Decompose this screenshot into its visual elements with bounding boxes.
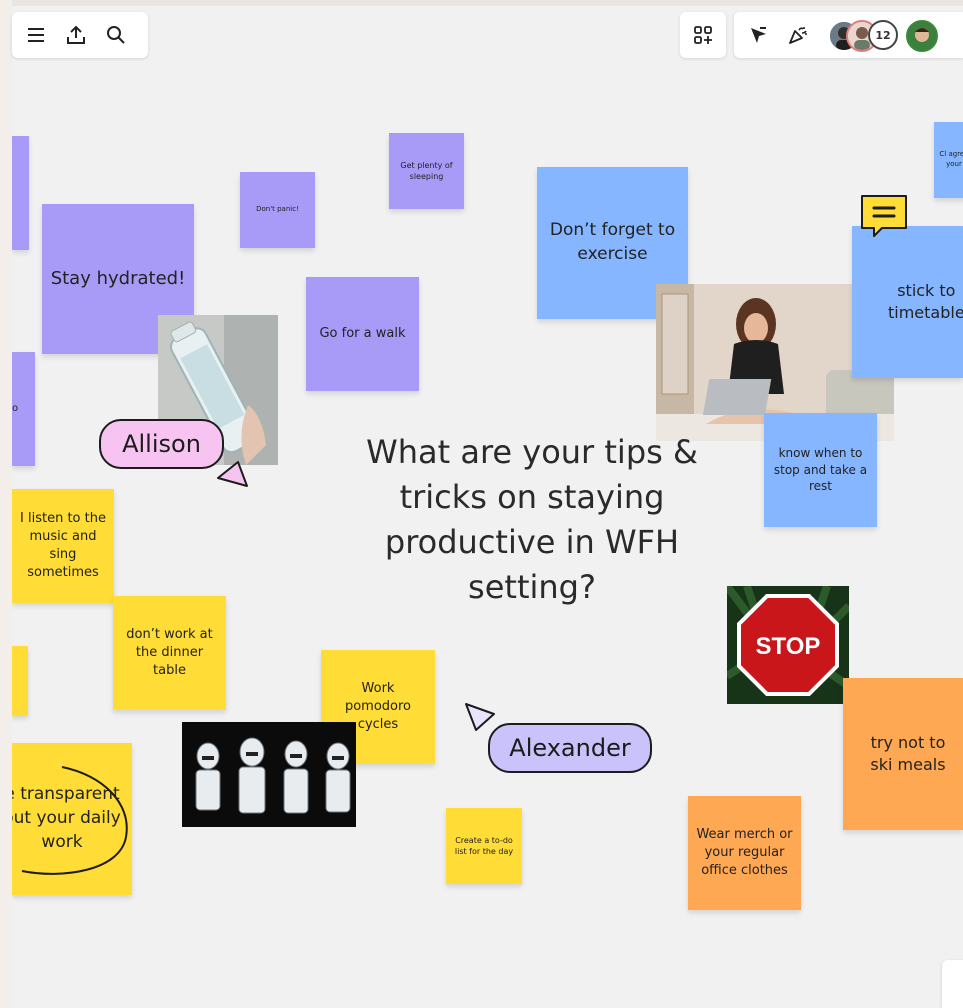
- note-text: Don’t forget to exercise: [549, 220, 676, 264]
- collaborator-count-badge[interactable]: 12: [868, 20, 898, 50]
- apps-button[interactable]: [683, 15, 723, 55]
- sticky-note-dont-panic[interactable]: Don't panic!: [240, 172, 315, 248]
- sticky-note-go-for-walk[interactable]: Go for a walk: [306, 277, 419, 391]
- upload-icon: [67, 25, 85, 44]
- note-text: Get plenty of sleeping: [400, 160, 453, 181]
- photo-stormtroopers[interactable]: [182, 722, 356, 827]
- collaborator-name: Allison: [122, 430, 201, 458]
- search-icon: [107, 26, 125, 44]
- whiteboard-canvas[interactable]: o Cl agree your Stay hydrated! Don't pan…: [12, 6, 963, 1008]
- stop-sign-illustration: STOP: [727, 586, 849, 704]
- sticky-note-stick-timetable[interactable]: stick to timetable: [852, 226, 963, 378]
- note-text: Create a to-do list for the day: [454, 835, 514, 856]
- share-upload-button[interactable]: [56, 15, 96, 55]
- photo-stop-sign[interactable]: STOP: [727, 586, 849, 704]
- sticky-note-listen-music[interactable]: I listen to the music and sing sometimes: [12, 489, 114, 603]
- celebrate-icon: [789, 27, 807, 44]
- note-text: o: [12, 403, 19, 414]
- cursor-select-icon: [751, 27, 766, 43]
- sticky-note-dont-work-dinner[interactable]: don’t work at the dinner table: [113, 596, 226, 710]
- note-text: Cl agree your: [939, 150, 963, 168]
- note-text: don’t work at the dinner table: [126, 626, 213, 679]
- note-text: Stay hydrated!: [50, 268, 186, 290]
- sticky-note-try-not-skip[interactable]: try not to ski meals: [843, 678, 963, 830]
- sticky-note-get-plenty-sleeping[interactable]: Get plenty of sleeping: [389, 133, 464, 209]
- collaborator-name: Alexander: [509, 734, 631, 762]
- sticky-note-be-transparent[interactable]: e transparent out your daily work: [12, 743, 132, 895]
- main-toolbar-left: [12, 12, 148, 58]
- cursor-pointer-allison-icon: [217, 461, 248, 487]
- comment-bubble-icon[interactable]: [858, 192, 910, 238]
- board-question-title[interactable]: What are your tips & tricks on staying p…: [342, 430, 722, 610]
- note-text: e transparent out your daily work: [12, 784, 121, 852]
- avatar[interactable]: [906, 20, 938, 52]
- sticky-note-partial-left-top[interactable]: [12, 136, 29, 250]
- sticky-note-create-todo[interactable]: Create a to-do list for the day: [446, 808, 522, 884]
- sticky-note-partial-top-right[interactable]: Cl agree your: [934, 122, 963, 198]
- user-avatar-icon: [908, 22, 936, 50]
- menu-button[interactable]: [16, 15, 56, 55]
- menu-icon: [28, 28, 44, 42]
- note-text: stick to timetable: [888, 280, 963, 322]
- shapes-add-icon: [694, 26, 712, 44]
- cursor-tool-button[interactable]: [738, 15, 778, 55]
- collaboration-toolbar: 12: [734, 12, 963, 58]
- note-text: try not to ski meals: [870, 732, 946, 774]
- note-text: Wear merch or your regular office clothe…: [696, 826, 793, 879]
- search-button[interactable]: [96, 15, 136, 55]
- apps-toolbar: [680, 12, 726, 58]
- note-text: Don't panic!: [256, 205, 299, 214]
- stormtroopers-illustration: [182, 722, 356, 827]
- collaborator-avatars[interactable]: 12: [818, 12, 938, 58]
- zoom-control-partial[interactable]: [942, 960, 963, 1008]
- cursor-label-alexander: Alexander: [488, 723, 652, 773]
- note-text: Go for a walk: [319, 325, 406, 341]
- cursor-pointer-alexander-icon: [465, 703, 495, 731]
- cursor-label-allison: Allison: [99, 419, 224, 469]
- sticky-note-partial-left-middle[interactable]: [12, 646, 28, 716]
- note-text: know when to stop and take a rest: [773, 445, 868, 494]
- stop-sign-text: STOP: [756, 633, 821, 660]
- celebrate-button[interactable]: [778, 15, 818, 55]
- sticky-note-know-when-stop[interactable]: know when to stop and take a rest: [764, 413, 877, 527]
- sticky-note-wear-merch[interactable]: Wear merch or your regular office clothe…: [688, 796, 801, 910]
- note-text: I listen to the music and sing sometimes: [20, 510, 106, 581]
- sticky-note-partial-left[interactable]: o: [12, 352, 35, 466]
